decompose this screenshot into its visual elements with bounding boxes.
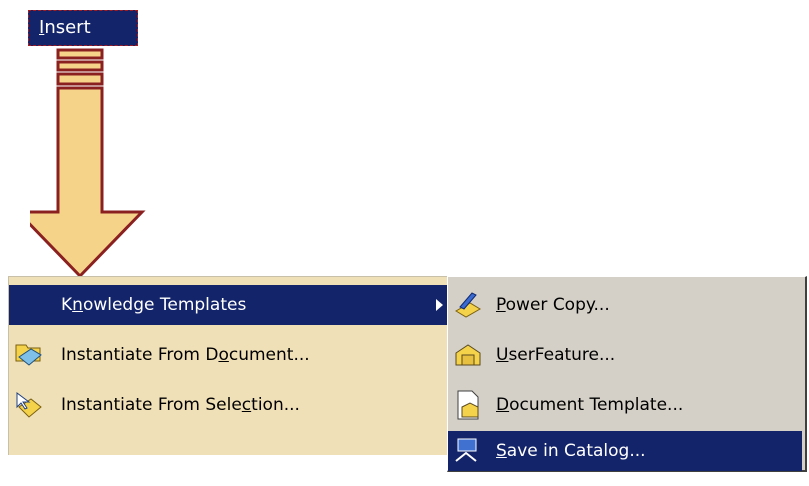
menu-item-power-copy[interactable]: Power Copy...	[448, 285, 802, 325]
save-catalog-icon	[455, 438, 477, 462]
document-instantiate-icon	[15, 344, 42, 366]
menu-item-label: Instantiate From Document...	[61, 345, 310, 365]
menu-item-user-feature[interactable]: UserFeature...	[448, 335, 802, 375]
mnemonic-letter: D	[496, 395, 510, 415]
selection-instantiate-icon	[16, 392, 42, 418]
mnemonic-letter: n	[72, 295, 83, 315]
menu-item-label: Document Template...	[496, 395, 684, 415]
mnemonic-letter: P	[496, 295, 506, 315]
menu-item-instantiate-from-document[interactable]: Instantiate From Document...	[9, 335, 449, 375]
menu-item-save-in-catalog[interactable]: Save in Catalog...	[448, 431, 802, 471]
menu-item-knowledge-templates[interactable]: Knowledge Templates	[9, 285, 449, 325]
menu-item-label: Save in Catalog...	[496, 441, 646, 461]
menu-item-label: Power Copy...	[496, 295, 610, 315]
mnemonic-letter: I	[39, 17, 45, 38]
mnemonic-letter: U	[496, 345, 509, 365]
knowledge-templates-submenu: Power Copy... UserFeature... Document Te…	[447, 276, 807, 472]
knowledge-menu: Knowledge Templates Instantiate From Doc…	[8, 276, 449, 455]
user-feature-icon	[455, 344, 481, 366]
mnemonic-letter: S	[496, 441, 507, 461]
menu-item-document-template[interactable]: Document Template...	[448, 385, 802, 425]
mnemonic-letter: c	[241, 395, 252, 415]
insert-menu-button[interactable]: Insert	[28, 10, 138, 46]
document-template-icon	[457, 390, 479, 420]
mnemonic-letter: o	[218, 345, 229, 365]
power-copy-icon	[455, 292, 481, 318]
menu-item-label: Knowledge Templates	[61, 295, 247, 315]
submenu-arrow-icon	[436, 299, 443, 311]
menu-item-label: Instantiate From Selection...	[61, 395, 300, 415]
down-arrow-icon	[30, 48, 146, 279]
menu-item-instantiate-from-selection[interactable]: Instantiate From Selection...	[9, 385, 449, 425]
menu-item-label: UserFeature...	[496, 345, 616, 365]
